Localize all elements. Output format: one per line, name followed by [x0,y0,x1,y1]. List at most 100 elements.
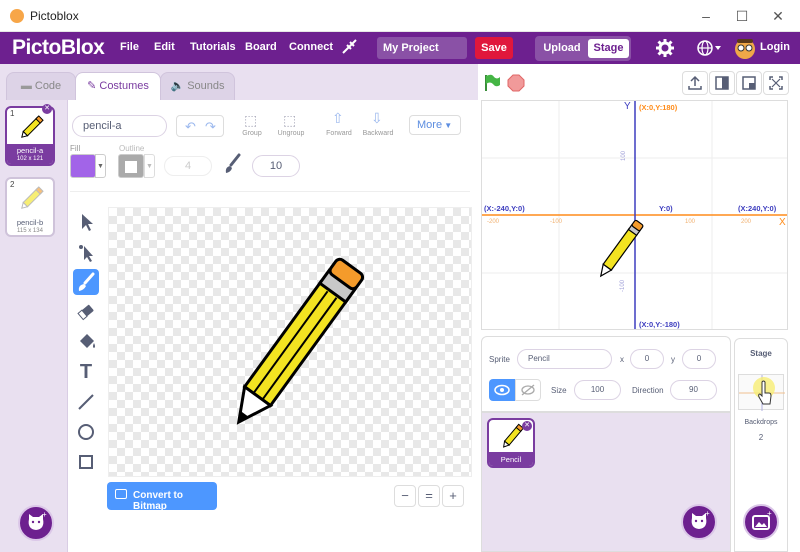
undo-icon[interactable]: ↶ [185,119,196,135]
top-coordinate-label: (X:0,Y:180) [639,103,678,112]
menu-edit[interactable]: Edit [154,41,175,53]
fill-label: Fill [70,144,81,153]
circle-tool[interactable] [73,419,99,445]
svg-text:+: + [767,509,772,518]
x-axis-label: X [779,217,786,228]
delete-sprite-icon[interactable]: ✕ [522,421,532,431]
coordinate-grid [482,101,787,329]
sprite-card-name: Pencil [489,452,533,466]
sprite-name-input[interactable]: Pencil [517,349,612,369]
green-flag-icon[interactable] [482,73,502,93]
more-label: More [417,119,443,131]
costume-list [0,100,68,552]
group-icon[interactable]: ⬚ [244,112,257,129]
zoom-reset-button[interactable]: = [418,485,440,507]
stage-mode-button[interactable]: Stage [588,39,629,58]
minimize-button[interactable]: – [698,8,714,24]
avatar-icon[interactable] [733,37,757,59]
more-button[interactable]: More ▼ [409,115,461,135]
small-stage-icon [715,76,729,90]
eye-slash-icon [521,384,535,396]
fullscreen-button[interactable] [763,71,789,95]
brush-size-input[interactable]: 10 [252,155,300,177]
zoom-in-button[interactable]: + [442,485,464,507]
zoom-in-icon: + [449,488,457,503]
fullscreen-icon [769,76,783,90]
backdrop-add-icon: + [752,509,772,530]
group-label: Group [242,130,262,137]
maximize-button[interactable]: ☐ [734,8,750,24]
show-sprite-button[interactable] [489,379,515,401]
redo-icon[interactable]: ↷ [205,119,216,135]
fill-color-swatch[interactable] [70,154,96,178]
tab-sounds[interactable]: 🔈 Sounds [160,72,235,100]
reshape-tool[interactable] [73,239,99,265]
sprite-label: Sprite [489,355,510,364]
text-tool[interactable]: T [73,359,99,385]
select-tool[interactable] [73,209,99,235]
backward-icon[interactable]: ⇩ [371,110,383,127]
ungroup-icon[interactable]: ⬚ [283,112,296,129]
large-stage-button[interactable] [736,71,762,95]
svg-text:+: + [705,509,710,518]
forward-icon[interactable]: ⇧ [332,110,344,127]
sprite-x-input[interactable]: 0 [630,349,664,369]
line-tool[interactable] [73,389,99,415]
app-icon [10,9,24,23]
costume-card-1[interactable]: 1 pencil-a 102 x 121 [5,106,55,166]
menu-file[interactable]: File [120,41,139,53]
hand-pointer-icon [753,377,775,405]
save-button[interactable]: Save [475,37,513,59]
tab-code[interactable]: ▬ Code [6,72,76,100]
costume-name: pencil-b [16,218,44,227]
menu-connect[interactable]: Connect [289,41,333,53]
size-label: Size [551,386,567,395]
gear-icon[interactable] [656,39,674,57]
convert-to-bitmap-button[interactable]: Convert to Bitmap [107,482,217,512]
add-sprite-button[interactable]: + [681,504,717,540]
fill-tool[interactable] [73,329,99,355]
drawing-canvas[interactable] [108,207,472,477]
small-stage-button[interactable] [709,71,735,95]
x-tick-label: 100 [685,219,696,225]
eraser-tool[interactable] [73,299,99,325]
image-icon [115,489,127,499]
rectangle-tool[interactable] [73,449,99,475]
costume-name-input[interactable]: pencil-a [72,115,167,137]
direction-label: Direction [632,386,664,395]
language-globe-icon[interactable] [696,39,722,57]
add-backdrop-button[interactable]: + [743,504,779,540]
add-costume-button[interactable]: + [18,505,54,541]
sprite-size-input[interactable]: 100 [574,380,621,400]
login-link[interactable]: Login [760,41,790,53]
brush-tool[interactable] [73,269,99,295]
fill-dropdown[interactable]: ▼ [95,154,106,178]
ungroup-label: Ungroup [277,130,305,137]
hide-sprite-button[interactable] [515,379,541,401]
undo-redo-group: ↶ ↷ [176,115,224,137]
sprite-direction-input[interactable]: 90 [670,380,717,400]
project-name-input[interactable]: My Project [377,37,467,59]
menu-board[interactable]: Board [245,41,277,53]
close-button[interactable]: ✕ [770,8,786,24]
costume-size: 115 x 134 [17,228,43,234]
upload-mode-button[interactable]: Upload [539,40,585,57]
stage-canvas[interactable]: Y X (X:0,Y:180) (X:0,Y:-180) (X:-240,Y:0… [481,100,788,330]
stop-icon[interactable] [507,74,525,92]
menu-tutorials[interactable]: Tutorials [190,41,236,53]
upload-to-stage-button[interactable] [682,71,708,95]
extension-icon[interactable] [340,38,358,56]
x-tick-label: -200 [487,219,500,225]
tab-costumes[interactable]: ✎ Costumes [75,72,161,100]
outline-dropdown[interactable]: ▼ [144,154,155,178]
costume-number: 2 [10,180,15,189]
window-title: Pictoblox [30,9,79,23]
sprite-y-input[interactable]: 0 [682,349,716,369]
outline-color-swatch[interactable] [118,154,144,178]
costume-card-2[interactable]: 2 pencil-b 115 x 134 [5,177,55,237]
zoom-out-button[interactable]: − [394,485,416,507]
x-tick-label: 200 [741,219,752,225]
delete-costume-icon[interactable]: ✕ [42,104,52,114]
outline-width-input[interactable]: 4 [164,156,212,176]
pencil-drawing [236,257,365,425]
